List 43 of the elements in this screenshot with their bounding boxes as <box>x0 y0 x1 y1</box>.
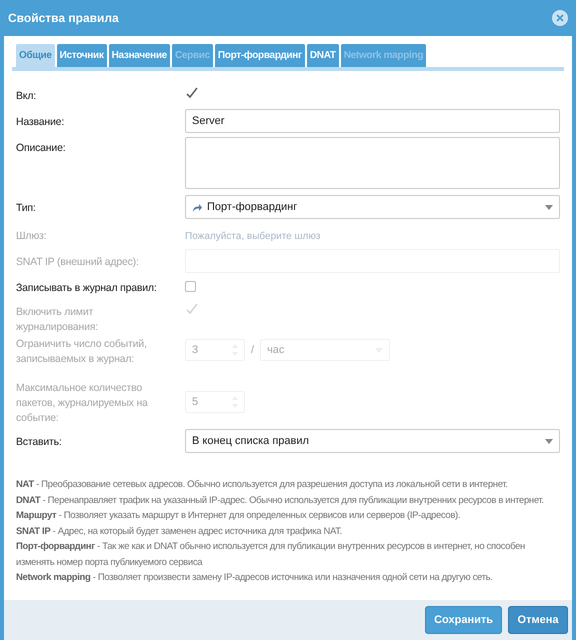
field-label: Вкл: <box>16 89 37 104</box>
checkbox[interactable] <box>185 281 196 292</box>
dropdown-value: В конец списка правил <box>192 434 310 449</box>
close-button[interactable] <box>552 10 568 26</box>
close-icon <box>556 14 564 22</box>
help-text: Network mapping - Позволяет произвести замену IP-адресов источника или назначения одной сети на другую сеть. <box>16 571 494 585</box>
field-value: 3 <box>192 342 198 358</box>
help-text: Маршрут - Позволяет указать маршрут в Интернет для определенных сервисов или серверов (IP-адресов). <box>16 509 462 523</box>
caret-icon <box>545 204 553 210</box>
window-title: Свойства правила <box>8 10 119 27</box>
field-label: Ограничить число событий, записываемых в журнал: <box>16 337 148 367</box>
save-button[interactable]: Сохранить <box>425 606 502 634</box>
dropdown-value: час <box>267 342 284 358</box>
field-label: Включить лимит журналирования: <box>16 305 99 335</box>
caret-icon <box>545 438 553 444</box>
tab[interactable]: Порт-форвардинг <box>214 44 305 67</box>
help-text: DNAT - Перенаправляет трафик на указанный IP-адрес. Обычно используется для публикации внутренних ресурсов в интернет. <box>16 494 545 508</box>
tab[interactable]: Источник <box>56 44 107 67</box>
separator: / <box>251 342 254 358</box>
field-label: Название: <box>16 115 66 130</box>
field-label: Вставить: <box>16 435 63 450</box>
dropdown[interactable]: Порт-форвардинг <box>185 195 560 219</box>
dropdown-value: Порт-форвардинг <box>207 200 298 215</box>
field-label: SNAT IP (внешний адрес): <box>16 255 140 270</box>
tab[interactable]: DNAT <box>306 44 339 67</box>
tab[interactable]: Общие <box>16 44 55 67</box>
description-field[interactable] <box>185 137 560 189</box>
field-label: Шлюз: <box>16 229 48 244</box>
field-label: Записывать в журнал правил: <box>16 281 158 296</box>
field-label: Максимальное количество пакетов, журналируемых на событие: <box>16 381 149 426</box>
field-label: Описание: <box>16 141 66 156</box>
text-field[interactable]: Server <box>185 109 560 133</box>
cancel-button[interactable]: Отмена <box>508 606 568 634</box>
gateway-hint: Пожалуйста, выберите шлюз <box>185 230 320 244</box>
checkbox[interactable] <box>185 89 196 100</box>
dropdown[interactable]: В конец списка правил <box>185 429 560 453</box>
field-value: 5 <box>192 394 198 410</box>
tab[interactable]: Назначение <box>108 44 170 67</box>
help-text: NAT - Преобразование сетевых адресов. Обычно используется для разрешения доступа из локальной сети в интернет. <box>16 478 509 492</box>
help-text: SNAT IP - Адрес, на который будет заменен адрес источника для трафика NAT. <box>16 524 343 538</box>
field-label: Тип: <box>16 201 37 216</box>
help-text: Порт-форвардинг - Так же как и DNAT обычно используется для публикации внутренних ресурсов в интернет, но способен изменять номер порта публикуемого сервиса <box>16 540 526 570</box>
forward-arrow-icon <box>192 202 202 212</box>
